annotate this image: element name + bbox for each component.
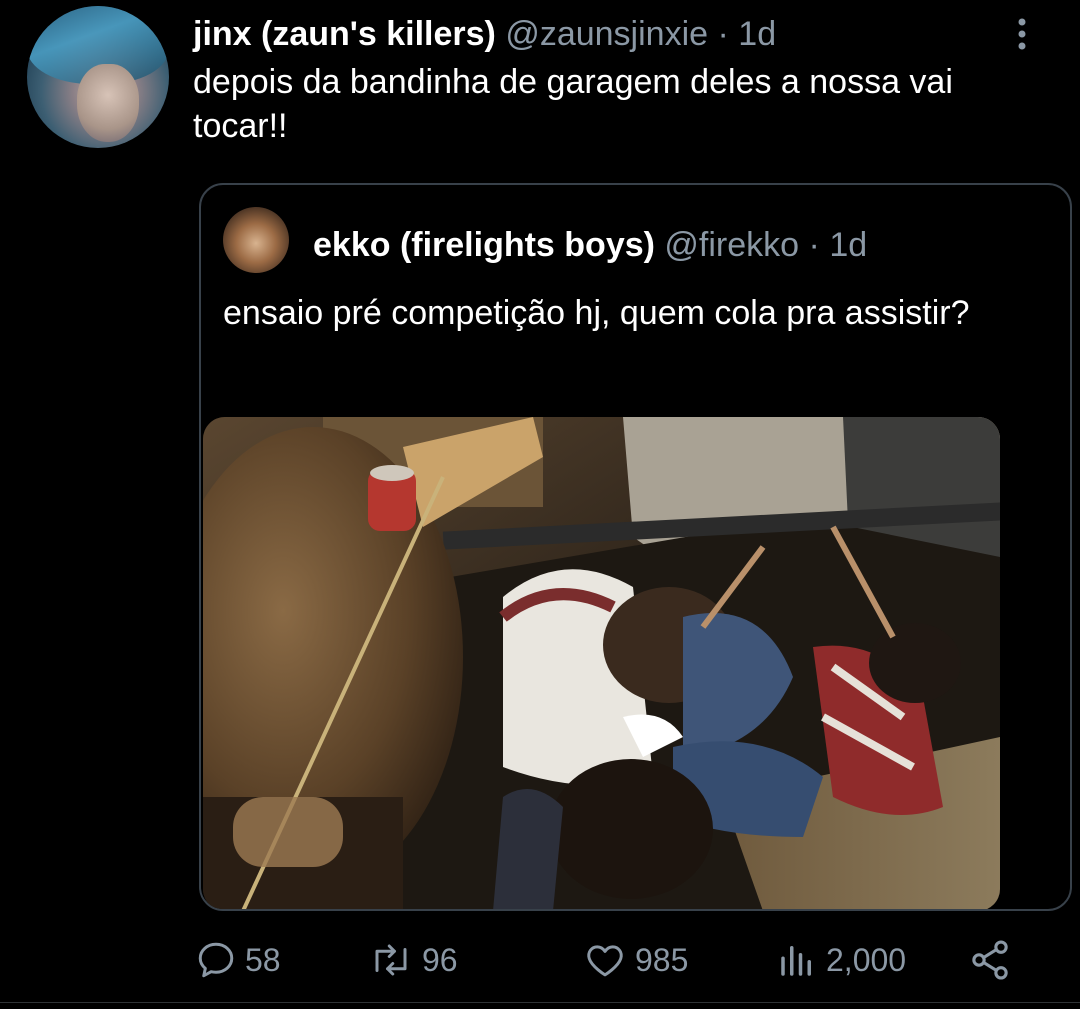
quoted-author-handle[interactable]: @firekko (664, 226, 799, 264)
quoted-author-display-name[interactable]: ekko (firelights boys) (313, 226, 655, 264)
author-avatar[interactable] (27, 6, 169, 148)
author-display-name[interactable]: jinx (zaun's killers) (193, 15, 496, 53)
tweet-timestamp[interactable]: 1d (738, 15, 776, 53)
views-icon (781, 946, 811, 976)
tweet-divider (0, 1002, 1080, 1003)
like-count: 985 (635, 941, 689, 978)
quoted-header-separator: · (808, 226, 820, 264)
share-icon (972, 940, 1008, 980)
quoted-tweet-photo[interactable] (203, 417, 1000, 909)
quoted-tweet[interactable]: ekko (firelights boys) @firekko · 1d ens… (199, 183, 1072, 911)
share-button[interactable] (968, 930, 1012, 990)
avatar-face (77, 64, 139, 142)
retweet-button[interactable]: 96 (368, 930, 458, 990)
like-button[interactable]: 985 (583, 930, 688, 990)
views-button[interactable]: 2,000 (776, 930, 906, 990)
retweet-icon (375, 944, 407, 976)
quoted-tweet-text: ensaio pré competição hj, quem cola pra … (223, 294, 970, 332)
photo-band-rehearsal-icon (203, 417, 1000, 909)
heart-icon (587, 945, 623, 977)
retweet-count: 96 (422, 941, 458, 978)
quoted-tweet-header: ekko (firelights boys) @firekko · 1d (313, 223, 867, 267)
tweet-text: depois da bandinha de garagem deles a no… (193, 63, 953, 145)
tweet-header: jinx (zaun's killers) @zaunsjinxie · 1d (193, 12, 776, 56)
author-handle[interactable]: @zaunsjinxie (505, 15, 708, 53)
header-separator: · (717, 15, 729, 53)
reply-icon (198, 942, 234, 978)
tweet-actions: 58 96 985 2,000 (0, 930, 1080, 990)
more-options-icon[interactable] (1010, 14, 1034, 54)
quoted-author-avatar[interactable] (223, 207, 289, 273)
quoted-tweet-timestamp[interactable]: 1d (829, 226, 867, 264)
views-count: 2,000 (826, 941, 907, 978)
tweet[interactable]: jinx (zaun's killers) @zaunsjinxie · 1d … (0, 0, 1080, 1009)
reply-button[interactable]: 58 (195, 930, 281, 990)
reply-count: 58 (245, 941, 281, 978)
